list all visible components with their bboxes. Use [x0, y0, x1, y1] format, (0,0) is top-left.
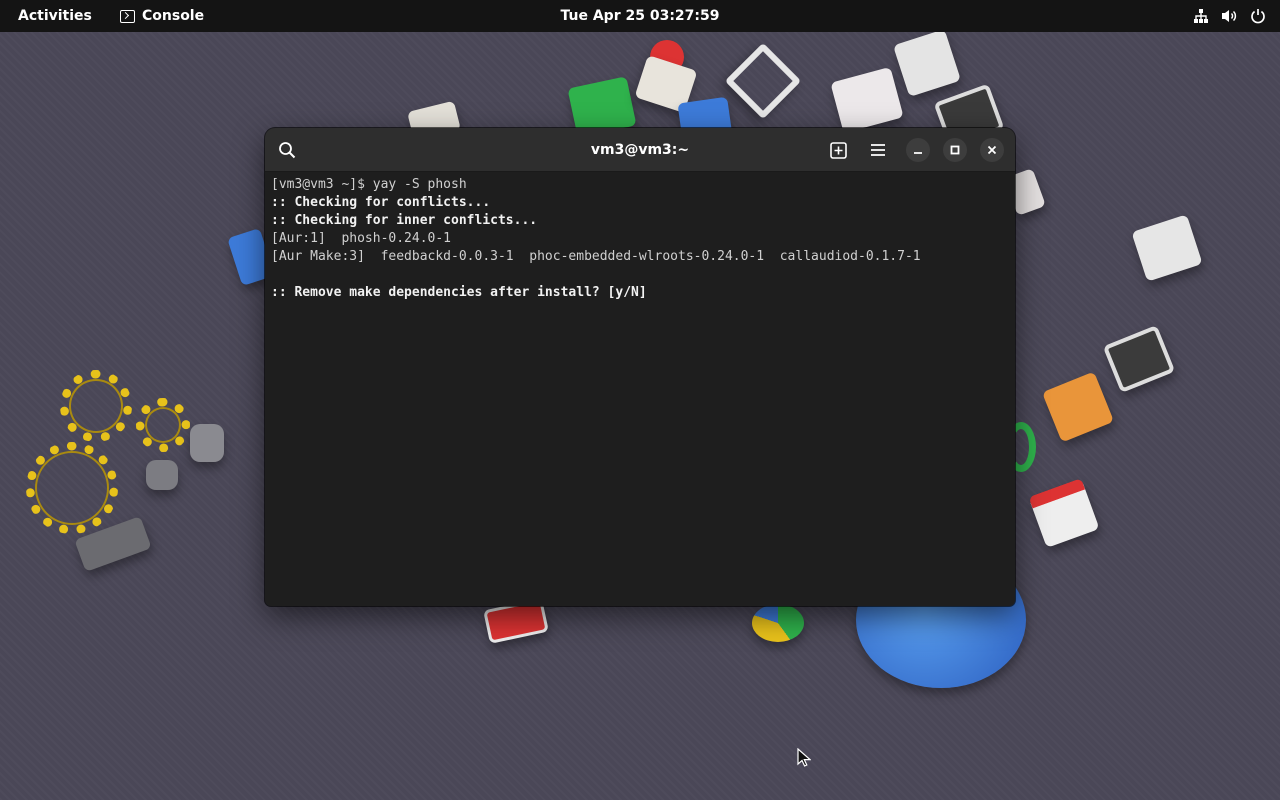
- wallpaper-camera-block: [830, 66, 904, 134]
- search-icon: [279, 142, 296, 159]
- close-button[interactable]: [980, 138, 1004, 162]
- system-tray[interactable]: [1193, 0, 1266, 32]
- wallpaper-monitor-block: [1102, 324, 1176, 394]
- terminal-line: [Aur Make:3] feedbackd-0.0.3-1 phoc-embe…: [271, 249, 921, 264]
- close-icon: [987, 145, 997, 155]
- wallpaper-frame-block: [724, 42, 802, 120]
- terminal-line: :: Remove make dependencies after instal…: [271, 285, 647, 300]
- app-name-label: Console: [142, 8, 205, 24]
- power-icon[interactable]: [1250, 8, 1266, 24]
- wallpaper-orange-block: [1041, 371, 1115, 443]
- app-menu-button[interactable]: Console: [112, 3, 212, 29]
- mouse-pointer-icon: [797, 748, 811, 767]
- terminal-icon: [120, 9, 135, 23]
- new-tab-button[interactable]: [824, 136, 852, 164]
- clock-button[interactable]: Tue Apr 25 03:27:59: [560, 3, 720, 29]
- window-headerbar[interactable]: vm3@vm3:~: [265, 128, 1015, 172]
- wallpaper-gear-1: [60, 370, 132, 442]
- wallpaper-pie: [752, 604, 804, 642]
- wallpaper-gear-2: [136, 398, 190, 452]
- maximize-icon: [950, 145, 960, 155]
- wallpaper-calendar-block: [1028, 478, 1100, 548]
- wallpaper-grey-knob-2: [146, 460, 178, 490]
- minimize-button[interactable]: [906, 138, 930, 162]
- wallpaper-search-block: [1131, 214, 1203, 282]
- wallpaper-gear-3: [26, 442, 118, 534]
- wallpaper-calculator-block: [892, 28, 962, 98]
- wallpaper-grey-knob: [190, 424, 224, 462]
- menu-icon: [871, 144, 885, 156]
- top-bar: Activities Console Tue Apr 25 03:27:59: [0, 0, 1280, 32]
- terminal-line: [vm3@vm3 ~]$ yay -S phosh: [271, 177, 467, 192]
- minimize-icon: [914, 152, 922, 154]
- terminal-line: :: Checking for inner conflicts...: [271, 213, 538, 228]
- main-menu-button[interactable]: [864, 136, 892, 164]
- terminal-window[interactable]: vm3@vm3:~ [vm3@vm3 ~]$ yay -S phosh:: Ch…: [265, 128, 1015, 606]
- maximize-button[interactable]: [943, 138, 967, 162]
- network-icon[interactable]: [1193, 8, 1209, 24]
- terminal-line: [Aur:1] phosh-0.24.0-1: [271, 231, 452, 246]
- new-tab-icon: [829, 141, 847, 159]
- activities-button[interactable]: Activities: [8, 3, 102, 29]
- terminal-line: :: Checking for conflicts...: [271, 195, 491, 210]
- search-button[interactable]: [273, 136, 301, 164]
- volume-icon[interactable]: [1221, 8, 1238, 24]
- window-title: vm3@vm3:~: [590, 142, 690, 158]
- terminal-output[interactable]: [vm3@vm3 ~]$ yay -S phosh:: Checking for…: [271, 176, 1009, 596]
